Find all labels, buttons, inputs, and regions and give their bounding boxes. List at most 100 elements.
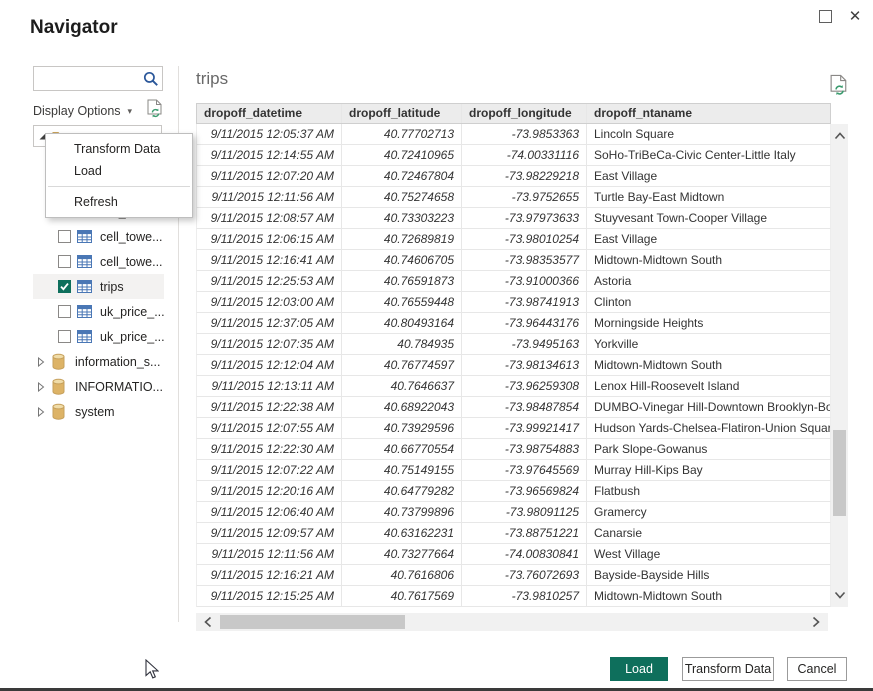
dialog-title: Navigator bbox=[30, 17, 118, 39]
table-cell: Midtown-Midtown South bbox=[587, 250, 830, 270]
preview-title: trips bbox=[196, 69, 228, 89]
database-icon bbox=[51, 403, 66, 420]
table-row: 9/11/2015 12:22:30 AM40.66770554-73.9875… bbox=[196, 439, 831, 460]
scroll-down-icon[interactable] bbox=[831, 585, 848, 605]
table-row: 9/11/2015 12:07:35 AM40.784935-73.949516… bbox=[196, 334, 831, 355]
context-menu-item[interactable]: Load bbox=[46, 160, 192, 182]
tree-item-label: trips bbox=[100, 280, 124, 294]
table-cell: -73.9752655 bbox=[462, 187, 587, 207]
scroll-up-icon[interactable] bbox=[831, 126, 848, 146]
table-cell: Flatbush bbox=[587, 481, 830, 501]
table-cell: Lincoln Square bbox=[587, 124, 830, 144]
table-cell: Bayside-Bayside Hills bbox=[587, 565, 830, 585]
tree-item-database[interactable]: INFORMATIO... bbox=[33, 374, 164, 399]
context-menu: Transform DataLoad Refresh bbox=[45, 133, 193, 218]
tree-item-database[interactable]: information_s... bbox=[33, 349, 164, 374]
table-row: 9/11/2015 12:16:21 AM40.7616806-73.76072… bbox=[196, 565, 831, 586]
table-cell: -73.91000366 bbox=[462, 271, 587, 291]
horizontal-scrollbar[interactable] bbox=[196, 613, 828, 631]
tree-item-database[interactable]: system bbox=[33, 399, 164, 424]
tree-item-label: cell_towe... bbox=[100, 255, 163, 269]
chevron-down-icon[interactable]: ▾ bbox=[128, 106, 133, 117]
table-cell: 9/11/2015 12:22:30 AM bbox=[197, 439, 342, 459]
table-cell: 40.7617569 bbox=[342, 586, 462, 606]
vertical-scrollbar-thumb[interactable] bbox=[833, 430, 846, 516]
table-cell: 9/11/2015 12:12:04 AM bbox=[197, 355, 342, 375]
table-cell: -73.98487854 bbox=[462, 397, 587, 417]
table-row: 9/11/2015 12:05:37 AM40.77702713-73.9853… bbox=[196, 124, 831, 145]
transform-data-button[interactable]: Transform Data bbox=[682, 657, 774, 681]
table-cell: Clinton bbox=[587, 292, 830, 312]
table-cell: 40.74606705 bbox=[342, 250, 462, 270]
table-row: 9/11/2015 12:03:00 AM40.76559448-73.9874… bbox=[196, 292, 831, 313]
context-menu-item[interactable]: Transform Data bbox=[46, 138, 192, 160]
refresh-preview-icon[interactable] bbox=[830, 74, 848, 101]
table-cell: Turtle Bay-East Midtown bbox=[587, 187, 830, 207]
table-row: 9/11/2015 12:12:04 AM40.76774597-73.9813… bbox=[196, 355, 831, 376]
tree-item-table[interactable]: cell_towe... bbox=[33, 224, 164, 249]
chevron-collapsed-icon bbox=[37, 357, 45, 367]
tree-item-label: system bbox=[75, 405, 115, 419]
table-cell: East Village bbox=[587, 166, 830, 186]
refresh-document-icon[interactable] bbox=[147, 99, 163, 123]
menu-separator bbox=[48, 186, 190, 187]
table-cell: 9/11/2015 12:15:25 AM bbox=[197, 586, 342, 606]
table-icon bbox=[77, 305, 92, 318]
table-cell: Murray Hill-Kips Bay bbox=[587, 460, 830, 480]
tree-item-table[interactable]: uk_price_... bbox=[33, 324, 164, 349]
close-button[interactable]: ✕ bbox=[845, 6, 865, 26]
tree-item-table[interactable]: trips bbox=[33, 274, 164, 299]
vertical-scrollbar[interactable] bbox=[831, 124, 848, 607]
table-cell: -73.98353577 bbox=[462, 250, 587, 270]
navigator-tree: cell_towe...cell_towe...cell_towe...trip… bbox=[33, 199, 164, 424]
table-cell: -73.98741913 bbox=[462, 292, 587, 312]
table-cell: 9/11/2015 12:16:41 AM bbox=[197, 250, 342, 270]
tree-item-table[interactable]: uk_price_... bbox=[33, 299, 164, 324]
table-cell: SoHo-TriBeCa-Civic Center-Little Italy bbox=[587, 145, 830, 165]
checkbox[interactable] bbox=[58, 280, 71, 293]
table-cell: 40.73799896 bbox=[342, 502, 462, 522]
table-row: 9/11/2015 12:14:55 AM40.72410965-74.0033… bbox=[196, 145, 831, 166]
table-cell: 9/11/2015 12:25:53 AM bbox=[197, 271, 342, 291]
maximize-icon bbox=[819, 10, 832, 23]
tree-item-label: cell_towe... bbox=[100, 230, 163, 244]
table-cell: 40.72410965 bbox=[342, 145, 462, 165]
scroll-right-icon[interactable] bbox=[806, 613, 826, 631]
table-cell: -73.96569824 bbox=[462, 481, 587, 501]
load-button[interactable]: Load bbox=[610, 657, 668, 681]
table-cell: 40.73277664 bbox=[342, 544, 462, 564]
mouse-cursor bbox=[145, 659, 159, 680]
checkbox[interactable] bbox=[58, 305, 71, 318]
checkbox[interactable] bbox=[58, 330, 71, 343]
maximize-button[interactable] bbox=[815, 6, 835, 26]
chevron-collapsed-icon bbox=[37, 407, 45, 417]
table-row: 9/11/2015 12:16:41 AM40.74606705-73.9835… bbox=[196, 250, 831, 271]
table-cell: -73.96259308 bbox=[462, 376, 587, 396]
horizontal-scrollbar-thumb[interactable] bbox=[220, 615, 405, 629]
table-cell: -73.98754883 bbox=[462, 439, 587, 459]
tree-item-table[interactable]: cell_towe... bbox=[33, 249, 164, 274]
check-icon bbox=[59, 281, 70, 292]
table-cell: 40.7646637 bbox=[342, 376, 462, 396]
table-cell: -73.97645569 bbox=[462, 460, 587, 480]
search-box[interactable] bbox=[33, 66, 163, 91]
cancel-button[interactable]: Cancel bbox=[787, 657, 847, 681]
table-cell: Yorkville bbox=[587, 334, 830, 354]
table-cell: West Village bbox=[587, 544, 830, 564]
scroll-left-icon[interactable] bbox=[198, 613, 218, 631]
table-cell: 40.76774597 bbox=[342, 355, 462, 375]
context-menu-item[interactable]: Refresh bbox=[46, 191, 192, 213]
table-cell: Morningside Heights bbox=[587, 313, 830, 333]
table-cell: Stuyvesant Town-Cooper Village bbox=[587, 208, 830, 228]
table-row: 9/11/2015 12:15:25 AM40.7617569-73.98102… bbox=[196, 586, 831, 607]
table-row: 9/11/2015 12:13:11 AM40.7646637-73.96259… bbox=[196, 376, 831, 397]
checkbox[interactable] bbox=[58, 255, 71, 268]
table-row: 9/11/2015 12:07:55 AM40.73929596-73.9992… bbox=[196, 418, 831, 439]
search-input[interactable] bbox=[34, 69, 142, 88]
display-options-button[interactable]: Display Options bbox=[33, 104, 121, 118]
checkbox[interactable] bbox=[58, 230, 71, 243]
column-header: dropoff_ntaname bbox=[587, 104, 830, 123]
table-cell: 40.7616806 bbox=[342, 565, 462, 585]
table-cell: 9/11/2015 12:22:38 AM bbox=[197, 397, 342, 417]
table-cell: -74.00331116 bbox=[462, 145, 587, 165]
